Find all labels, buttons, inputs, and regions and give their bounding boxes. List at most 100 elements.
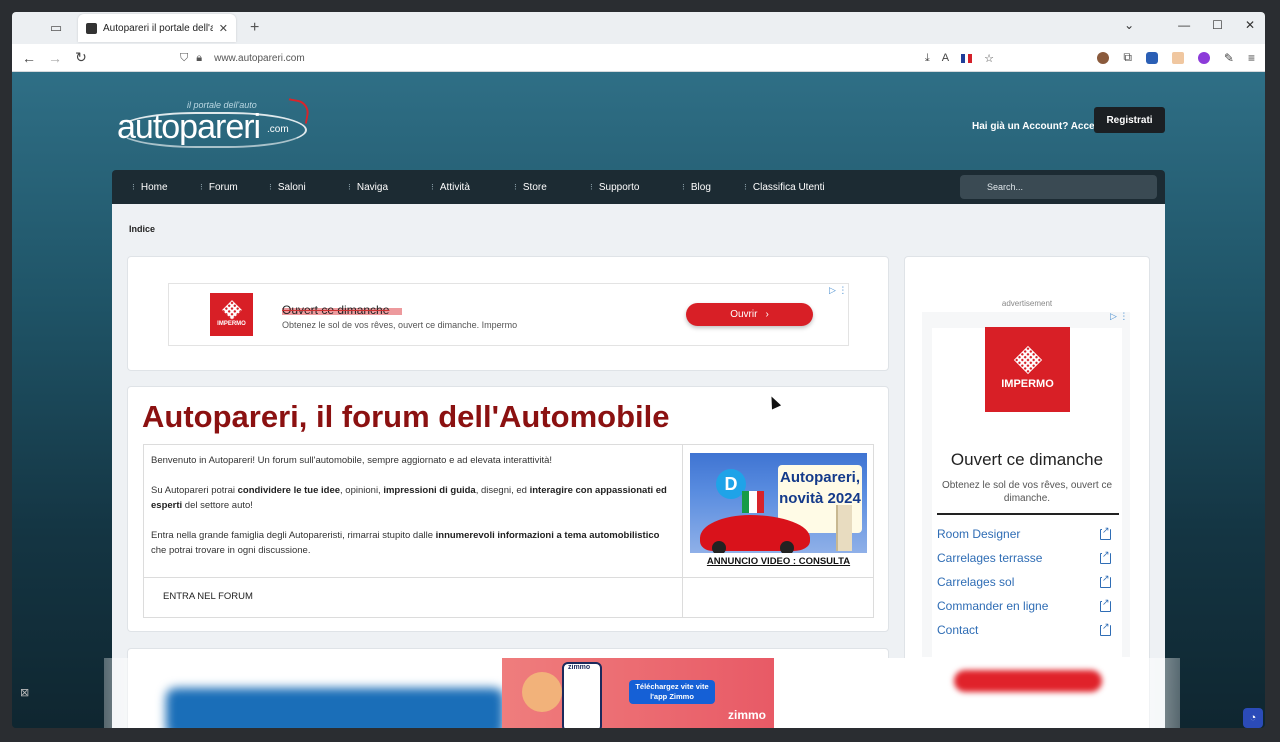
zimmo-phone-brand: zimmo (568, 664, 591, 671)
table-divider (682, 445, 683, 617)
sidebar-ad-link[interactable]: Room Designer (937, 524, 1111, 541)
extension-purple-icon[interactable] (1197, 51, 1210, 64)
nav-item-label: Naviga (356, 181, 389, 193)
chevron-down-icon[interactable]: ⌄ (1124, 18, 1134, 32)
top-ad-banner[interactable]: IMPERMO Ouvert ce dimanche Obtenez le so… (168, 283, 849, 346)
chevron-right-icon: › (765, 309, 769, 320)
nav-icon: ⁝ (200, 181, 203, 192)
translate-icon[interactable]: A (942, 52, 949, 64)
nav-icon: ⁝ (514, 181, 517, 192)
nav-item-supporto[interactable]: ⁝ Supporto (590, 170, 639, 204)
back-icon[interactable]: ← (16, 50, 42, 66)
login-link[interactable]: Hai già un Account? Accedi (972, 121, 1104, 132)
extensions-icon[interactable]: ⧉ (1123, 50, 1132, 65)
nav-item-home[interactable]: ⁝ Home (132, 170, 168, 204)
close-window-icon[interactable]: ✕ (1245, 18, 1255, 32)
nav-item-store[interactable]: ⁝ Store (514, 170, 547, 204)
impermo-logo[interactable]: IMPERMO (210, 293, 253, 336)
impermo-logo[interactable]: IMPERMO (985, 327, 1070, 412)
external-link-icon (1100, 548, 1111, 564)
reload-icon[interactable]: ↻ (68, 49, 94, 66)
browser-window: ▭ Autopareri il portale dell'autom ✕ + ⌄… (12, 12, 1265, 728)
sticky-bottom-ad: zimmo Téléchargez vite vite l'app Zimmo … (104, 658, 1180, 728)
nav-icon: ⁝ (132, 181, 135, 192)
breadcrumb[interactable]: Indice (129, 224, 155, 234)
french-flag-icon[interactable] (961, 53, 973, 63)
close-ad-icon[interactable]: ⊠ (20, 686, 29, 699)
adchoices-icon[interactable]: ▷ ⋮ (1110, 311, 1128, 322)
shield-icon[interactable]: ⛉ (180, 52, 188, 65)
tab-bar: ▭ Autopareri il portale dell'autom ✕ + ⌄… (12, 12, 1265, 44)
profile-icon[interactable] (1097, 51, 1110, 64)
logo-text: autopareri (117, 108, 261, 146)
url-text[interactable]: www.autopareri.com (214, 53, 305, 64)
tab-close-icon[interactable]: ✕ (219, 22, 228, 35)
nav-item-label: Forum (208, 181, 238, 193)
sidebar-ad-divider (937, 513, 1119, 515)
sidebar-ad-link[interactable]: Commander en ligne (937, 596, 1111, 613)
zimmo-logo: zimmo (727, 708, 766, 722)
extension-icon[interactable] (1171, 51, 1184, 64)
site-logo[interactable]: il portale dell'auto autopareri .com (117, 98, 317, 148)
search-input[interactable]: Search... (960, 175, 1157, 199)
external-link-icon (1100, 596, 1111, 612)
nav-item-classifica[interactable]: ⁝ Classifica Utenti (744, 170, 825, 204)
nav-item-naviga[interactable]: ⁝ Naviga (348, 170, 388, 204)
download-icon[interactable]: ⤓ (925, 52, 930, 65)
sidebar-ad-headline[interactable]: Ouvert ce dimanche (932, 450, 1122, 470)
nav-item-label: Blog (690, 181, 711, 193)
nav-item-forum[interactable]: ⁝ Forum (200, 170, 238, 204)
zimmo-cta-button[interactable]: Téléchargez vite vite l'app Zimmo (629, 680, 715, 704)
sidebar-ad-link-label: Carrelages terrasse (937, 551, 1043, 565)
new-tab-icon[interactable]: + (250, 19, 259, 37)
sidebar-ad-description: Obtenez le sol de vos rêves, ouvert ce d… (941, 480, 1113, 504)
forward-icon[interactable]: → (42, 50, 68, 66)
sidebar-ad-link[interactable]: Contact (937, 620, 1111, 637)
logo-suffix: .com (267, 124, 289, 135)
logo-swoosh (285, 98, 311, 124)
promo-caption-link[interactable]: ANNUNCIO VIDEO : CONSULTA (690, 556, 867, 567)
nav-item-label: Supporto (598, 181, 640, 193)
ad-open-button[interactable]: Ouvrir › (686, 303, 813, 326)
nav-icon: ⁝ (431, 181, 434, 192)
sidebar-ad-link[interactable]: Carrelages terrasse (937, 548, 1111, 565)
sidebar-ad-link-label: Room Designer (937, 527, 1021, 541)
register-button[interactable]: Registrati (1094, 107, 1165, 133)
menu-icon[interactable]: ≡ (1248, 51, 1255, 65)
nav-item-label: Store (522, 181, 547, 193)
nav-icon: ⁝ (348, 181, 351, 192)
adchoices-icon[interactable]: ▷ ⋮ (829, 285, 847, 296)
welcome-table: Benvenuto in Autopareri! Un forum sull'a… (143, 444, 874, 618)
sidebar-ad-link-label: Contact (937, 623, 979, 637)
sidebar-ad[interactable]: ▷ ⋮ IMPERMO Ouvert ce dimanche Obtenez l… (922, 311, 1130, 658)
sidebar-ad-link-label: Commander en ligne (937, 599, 1049, 613)
tab-list-icon[interactable]: ▭ (44, 16, 68, 40)
ad-title[interactable]: Ouvert ce dimanche (282, 303, 389, 317)
nav-item-label: Saloni (277, 181, 306, 193)
eyedropper-icon[interactable]: ✎ (1224, 51, 1234, 65)
nav-item-saloni[interactable]: ⁝ Saloni (269, 170, 306, 204)
extension-badge-icon[interactable] (1145, 51, 1158, 64)
promo-image[interactable]: D Autopareri, novità 2024 (690, 453, 867, 553)
url-bar[interactable]: ⛉ 🔒︎ www.autopareri.com ⤓ A ☆ (174, 47, 1000, 69)
nav-item-blog[interactable]: ⁝ Blog (682, 170, 711, 204)
advertisement-label: advertisement (1001, 299, 1053, 308)
intro-paragraph: Su Autopareri potrai condividere le tue … (151, 485, 667, 511)
intro-paragraph: Entra nella grande famiglia degli Autopa… (151, 530, 660, 556)
zimmo-ad-banner[interactable]: zimmo Téléchargez vite vite l'app Zimmo … (502, 658, 774, 728)
window-controls: ⌄ — ☐ ✕ (1124, 18, 1255, 32)
nav-item-attivita[interactable]: ⁝ Attività (431, 170, 470, 204)
tab-active[interactable]: Autopareri il portale dell'autom ✕ (78, 14, 236, 42)
browser-toolbar: ← → ↻ ⛉ 🔒︎ www.autopareri.com ⤓ A ☆ ⧉ ✎ … (12, 44, 1265, 72)
star-icon[interactable]: ☆ (984, 52, 994, 65)
impermo-diamond-icon (1013, 345, 1042, 374)
blurred-background (166, 688, 504, 728)
sidebar-ad-link[interactable]: Carrelages sol (937, 572, 1111, 589)
ad-open-label: Ouvrir (730, 309, 758, 320)
cookie-settings-icon[interactable]: ◔ (1243, 708, 1263, 728)
enter-forum-link[interactable]: ENTRA NEL FORUM (163, 591, 253, 602)
nav-item-label: Attività (439, 181, 470, 193)
lock-icon[interactable]: 🔒︎ (196, 52, 202, 65)
minimize-icon[interactable]: — (1178, 18, 1190, 32)
maximize-icon[interactable]: ☐ (1212, 18, 1223, 32)
